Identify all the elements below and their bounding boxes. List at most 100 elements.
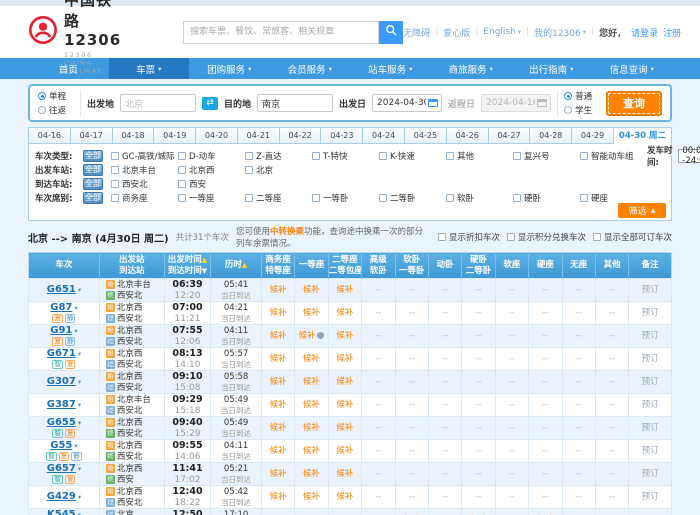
expand-arrow-icon[interactable]: ▾: [74, 442, 77, 450]
candidate-link[interactable]: 候补: [270, 331, 287, 341]
filter-option[interactable]: 二等座: [245, 192, 309, 204]
radio-one-way[interactable]: 单程: [38, 90, 74, 102]
candidate-info-icon[interactable]: [317, 332, 324, 339]
candidate-link[interactable]: 候补: [270, 354, 287, 364]
filter-option[interactable]: 其他: [446, 150, 510, 162]
candidate-link[interactable]: 候补: [336, 492, 353, 502]
filter-option[interactable]: 商务座: [111, 192, 175, 204]
candidate-link[interactable]: 候补: [270, 285, 287, 295]
expand-arrow-icon[interactable]: ▾: [78, 401, 81, 409]
radio-student-passenger[interactable]: 学生: [564, 104, 600, 116]
candidate-link[interactable]: 候补: [336, 446, 353, 456]
top-link-english[interactable]: English▾: [483, 27, 521, 37]
filter-all-badge[interactable]: 全部: [83, 178, 103, 190]
filter-option[interactable]: 一等座: [178, 192, 242, 204]
date-tab-04-23[interactable]: 04-23: [321, 127, 363, 144]
date-tab-04-29[interactable]: 04-29: [572, 127, 614, 144]
candidate-link[interactable]: 候补: [303, 423, 320, 433]
filter-option[interactable]: 智能动车组: [580, 150, 644, 162]
candidate-link[interactable]: 候补: [303, 492, 320, 502]
column-header[interactable]: 无座: [562, 253, 595, 279]
nav-item-travel-guide[interactable]: 出行指南▾: [511, 58, 592, 79]
filter-option[interactable]: T-特快: [312, 150, 376, 162]
date-tab-04-25[interactable]: 04-25: [405, 127, 447, 144]
top-link-accessibility[interactable]: 无障碍: [403, 26, 430, 39]
filter-all-badge[interactable]: 全部: [83, 164, 103, 176]
expand-arrow-icon[interactable]: ▾: [74, 304, 77, 312]
sort-icon[interactable]: ▲: [202, 256, 207, 264]
expand-arrow-icon[interactable]: ▾: [78, 511, 81, 515]
search-input[interactable]: [183, 21, 379, 44]
date-tab-04-18[interactable]: 04-18: [113, 127, 155, 144]
date-tab-04-17[interactable]: 04-17: [71, 127, 113, 144]
date-tab-04-19[interactable]: 04-19: [154, 127, 196, 144]
candidate-link[interactable]: 候补: [303, 400, 320, 410]
train-number-link[interactable]: G671: [47, 348, 76, 359]
candidate-link[interactable]: 候补: [303, 285, 320, 295]
candidate-link[interactable]: 候补: [270, 492, 287, 502]
candidate-link[interactable]: 候补: [336, 285, 353, 295]
depart-time-select[interactable]: 00:00--24:00▾: [678, 149, 700, 163]
column-header[interactable]: 商务座特等座: [261, 253, 294, 279]
expand-arrow-icon[interactable]: ▾: [78, 419, 81, 427]
train-number-link[interactable]: G387: [47, 399, 76, 410]
date-tab-04-20[interactable]: 04-20: [196, 127, 238, 144]
radio-normal-passenger[interactable]: 普通: [564, 90, 600, 102]
filter-collapse-button[interactable]: 筛选 ▲: [618, 203, 666, 218]
sort-icon[interactable]: ▼: [202, 267, 207, 275]
filter-option[interactable]: 二等卧: [379, 192, 443, 204]
candidate-link[interactable]: 候补: [336, 331, 353, 341]
nav-item-business-service[interactable]: 商旅服务▾: [431, 58, 512, 79]
column-header[interactable]: 一等座: [295, 253, 328, 279]
candidate-link[interactable]: 候补: [270, 469, 287, 479]
nav-item-info-query[interactable]: 信息查询▾: [592, 58, 673, 79]
date-tab-04-16[interactable]: 04-16: [28, 127, 71, 144]
candidate-link[interactable]: 候补: [270, 400, 287, 410]
candidate-link[interactable]: 候补: [270, 377, 287, 387]
to-station-input[interactable]: [257, 94, 333, 112]
filter-option[interactable]: 北京西: [178, 164, 242, 176]
candidate-link[interactable]: 候补: [303, 446, 320, 456]
candidate-link[interactable]: 候补: [336, 354, 353, 364]
radio-round-trip[interactable]: 往返: [38, 104, 74, 116]
train-number-link[interactable]: G651: [47, 284, 76, 295]
from-station-input[interactable]: [120, 94, 196, 112]
train-number-link[interactable]: G307: [47, 376, 76, 387]
expand-arrow-icon[interactable]: ▾: [78, 493, 81, 501]
expand-arrow-icon[interactable]: ▾: [78, 350, 81, 358]
filter-option[interactable]: 硬卧: [513, 192, 577, 204]
query-button[interactable]: 查询: [606, 91, 662, 116]
candidate-link[interactable]: 候补: [336, 377, 353, 387]
display-option[interactable]: 显示积分兑换车次: [507, 231, 586, 243]
candidate-link[interactable]: 候补: [303, 377, 320, 387]
candidate-link[interactable]: 候补: [336, 400, 353, 410]
column-header[interactable]: 备注: [629, 253, 672, 279]
calendar-icon[interactable]: [428, 99, 438, 107]
display-option[interactable]: 显示折扣车次: [438, 231, 500, 243]
expand-arrow-icon[interactable]: ▾: [78, 465, 81, 473]
candidate-link[interactable]: 候补: [336, 469, 353, 479]
train-number-link[interactable]: G55: [50, 440, 72, 451]
search-button[interactable]: [379, 21, 403, 44]
candidate-link[interactable]: 候补: [303, 308, 320, 318]
date-tab-04-21[interactable]: 04-21: [238, 127, 280, 144]
date-tab-04-27[interactable]: 04-27: [489, 127, 531, 144]
date-tab-active[interactable]: 04-30 周二: [614, 127, 672, 144]
login-link[interactable]: 请登录: [631, 26, 658, 39]
filter-option[interactable]: D-动车: [178, 150, 242, 162]
column-header[interactable]: 二等座二等包座: [328, 253, 361, 279]
filter-option[interactable]: 北京: [245, 164, 309, 176]
train-number-link[interactable]: G657: [47, 463, 76, 474]
train-number-link[interactable]: G429: [47, 491, 76, 502]
filter-option[interactable]: 复兴号: [513, 150, 577, 162]
train-number-link[interactable]: G655: [47, 417, 76, 428]
display-option[interactable]: 显示全部可订车次: [593, 231, 672, 243]
swap-stations-icon[interactable]: ⇄: [202, 97, 218, 110]
nav-item-tickets[interactable]: 车票▾: [109, 58, 190, 79]
candidate-link[interactable]: 候补: [303, 354, 320, 364]
column-header[interactable]: 车次: [29, 253, 100, 279]
train-number-link[interactable]: G91: [50, 325, 72, 336]
filter-option[interactable]: 一等卧: [312, 192, 376, 204]
candidate-link[interactable]: 候补: [298, 331, 315, 341]
date-tab-04-22[interactable]: 04-22: [280, 127, 322, 144]
